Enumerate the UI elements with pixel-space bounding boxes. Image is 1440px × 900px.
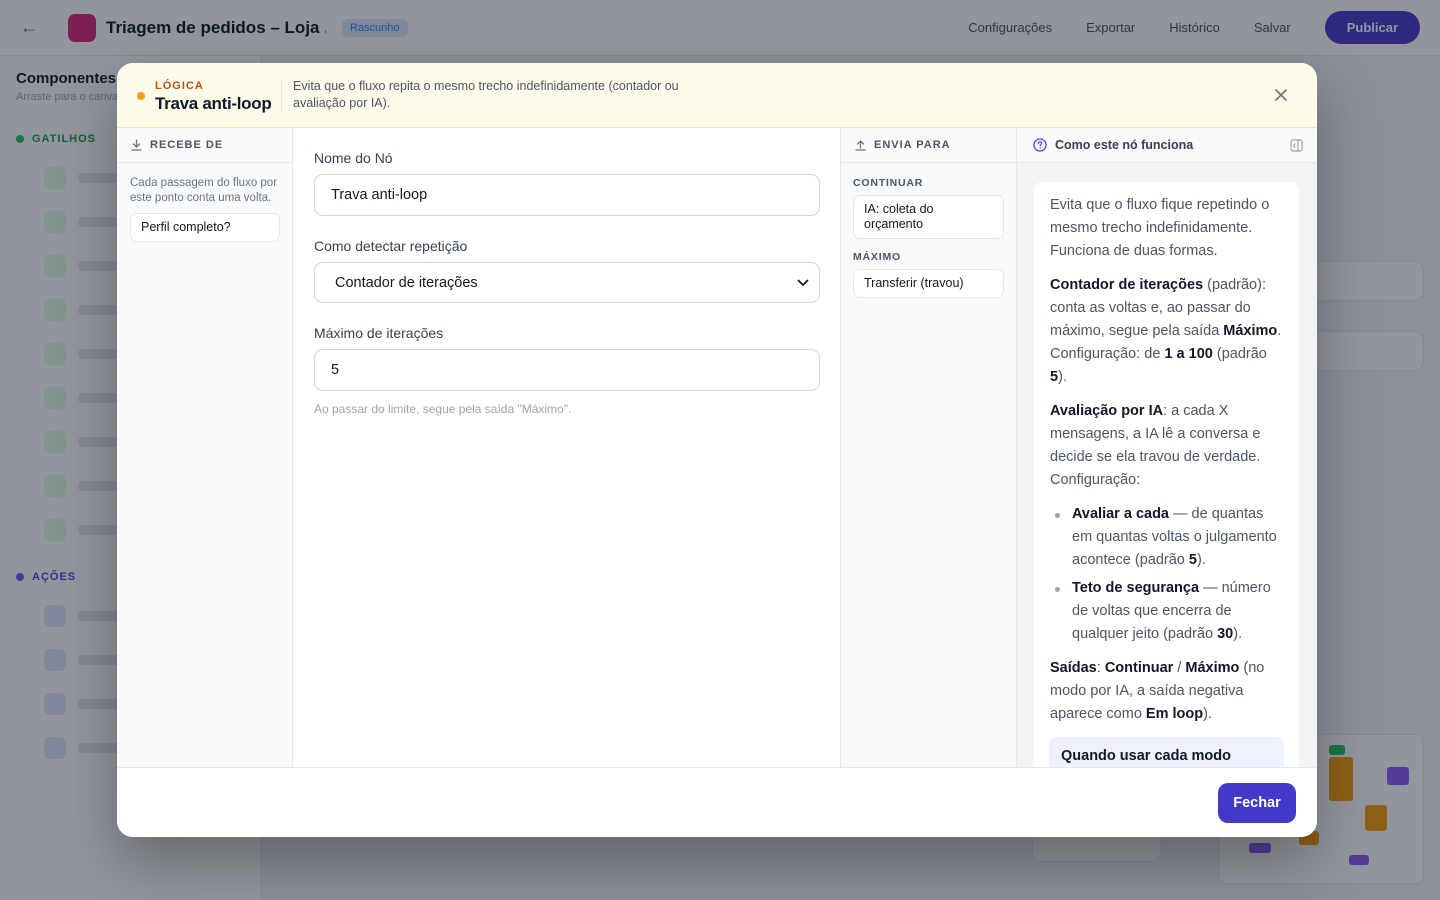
help-emphasis: 1 a 100 (1164, 346, 1213, 362)
max-iterations-help: Ao passar do limite, segue pela saída "M… (314, 402, 572, 416)
modal-footer: Fechar (117, 767, 1317, 837)
incoming-node-chip[interactable]: Perfil completo? (130, 213, 280, 242)
help-emphasis: Saídas (1050, 660, 1097, 676)
help-emphasis: Máximo (1185, 660, 1240, 676)
close-icon-glyph (1275, 89, 1287, 101)
modal-header: LÓGICA Trava anti-loop Evita que o fluxo… (117, 63, 1317, 128)
detect-mode-select[interactable]: Contador de iterações (314, 262, 820, 303)
output-max-target[interactable]: Transferir (travou) (853, 269, 1004, 298)
help-content: Evita que o fluxo fique repetindo o mesm… (1034, 182, 1299, 767)
collapse-panel-icon[interactable] (1290, 138, 1303, 152)
incoming-note: Cada passagem do fluxo por este ponto co… (130, 177, 278, 204)
help-emphasis: Teto de segurança (1072, 580, 1200, 596)
node-category: LÓGICA (155, 80, 204, 92)
help-text: ). (1203, 706, 1212, 722)
node-name-input[interactable] (314, 174, 820, 216)
help-emphasis: 5 (1188, 552, 1197, 568)
help-text: ). (1058, 369, 1067, 385)
outgoing-header: ENVIA PARA (841, 128, 1016, 163)
help-ai-title: Avaliação por IA (1050, 403, 1164, 419)
node-description: Evita que o fluxo repita o mesmo trecho … (293, 79, 679, 110)
outgoing-panel: ENVIA PARA CONTINUAR IA: coleta do orçam… (840, 128, 1017, 767)
name-label: Nome do Nó (314, 150, 393, 166)
help-panel: Como este nó funciona Evita que o fluxo … (1017, 128, 1317, 767)
max-iterations-label: Máximo de iterações (314, 325, 444, 341)
outgoing-header-label: ENVIA PARA (874, 139, 951, 151)
close-button[interactable]: Fechar (1218, 783, 1296, 823)
help-text: ). (1196, 552, 1206, 568)
help-outputs-paragraph: Saídas: Continuar / Máximo (no modo por … (1050, 657, 1283, 726)
output-continue-target[interactable]: IA: coleta do orçamento (853, 195, 1004, 239)
max-iterations-input[interactable] (314, 349, 820, 391)
list-item: Teto de segurança — número de voltas que… (1050, 577, 1283, 646)
category-dot (137, 92, 145, 100)
help-ai-paragraph: Avaliação por IA: a cada X mensagens, a … (1050, 400, 1283, 492)
help-intro: Evita que o fluxo fique repetindo o mesm… (1050, 197, 1270, 259)
node-form: Nome do Nó Como detectar repetição Conta… (293, 128, 840, 767)
list-item: Avaliar a cada — de quantas em quantas v… (1050, 503, 1283, 572)
incoming-header: RECEBE DE (117, 128, 292, 163)
download-arrow-icon (131, 139, 142, 151)
modal-title: Trava anti-loop (155, 94, 272, 113)
help-text: ). (1233, 626, 1243, 642)
help-emphasis: Máximo (1223, 323, 1278, 339)
header-divider (281, 80, 282, 112)
output-max-label: MÁXIMO (853, 251, 901, 263)
help-emphasis: 5 (1050, 369, 1059, 385)
detect-label: Como detectar repetição (314, 238, 468, 254)
help-emphasis: Em loop (1145, 706, 1204, 722)
output-continue-label: CONTINUAR (853, 177, 924, 189)
upload-arrow-icon (855, 140, 866, 151)
incoming-header-label: RECEBE DE (150, 139, 224, 151)
help-counter-paragraph: Contador de iterações (padrão): conta as… (1050, 274, 1283, 389)
help-text: (padrão) (1207, 277, 1262, 293)
node-config-modal: LÓGICA Trava anti-loop Evita que o fluxo… (117, 63, 1317, 837)
chevron-down-icon (797, 279, 809, 286)
help-emphasis: Avaliar a cada (1072, 506, 1169, 522)
help-ai-options: Avaliar a cada — de quantas em quantas v… (1050, 503, 1283, 646)
detect-mode-value: Contador de iterações (335, 274, 478, 291)
help-text: : (1096, 660, 1105, 676)
help-emphasis: 30 (1217, 626, 1234, 642)
close-icon[interactable] (1271, 86, 1291, 106)
help-usage-box: Quando usar cada modo (1049, 737, 1284, 767)
help-text: / (1173, 660, 1186, 676)
help-emphasis: Continuar (1104, 660, 1174, 676)
help-header-label: Como este nó funciona (1055, 138, 1194, 152)
help-header: Como este nó funciona (1017, 128, 1317, 163)
question-circle-icon (1033, 138, 1047, 152)
help-counter-title: Contador de iterações (1050, 277, 1204, 293)
help-text: (padrão (1212, 346, 1267, 362)
incoming-panel: RECEBE DE Cada passagem do fluxo por est… (117, 128, 293, 767)
